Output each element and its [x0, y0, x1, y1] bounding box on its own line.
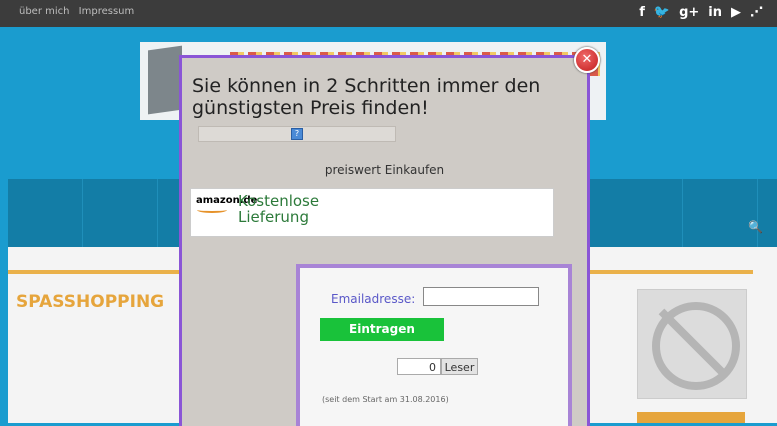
youtube-icon[interactable]: ▶ [731, 5, 741, 21]
help-icon[interactable]: ? [291, 128, 303, 140]
section-title: SPASSHOPPING [16, 292, 165, 312]
social-links: f 🐦 g+ in ▶ ⋰ [639, 5, 763, 21]
since-text: (seit dem Start am 31.08.2016) [322, 395, 449, 404]
top-nav: über mich Impressum [19, 6, 140, 17]
facebook-icon[interactable]: f [639, 5, 645, 21]
subscribe-button[interactable]: Eintragen [320, 318, 444, 341]
popup-modal: Sie können in 2 Schritten immer den güns… [179, 55, 590, 426]
subscribe-form-inner: Emailadresse: Eintragen 0 Leser (seit de… [300, 268, 568, 426]
rss-icon[interactable]: ⋰ [750, 5, 763, 21]
subscribe-form: Emailadresse: Eintragen 0 Leser (seit de… [296, 264, 572, 426]
twitter-icon[interactable]: 🐦 [654, 5, 670, 21]
nav-link-impressum[interactable]: Impressum [79, 6, 135, 17]
nav-tab[interactable] [83, 179, 158, 247]
top-bar: über mich Impressum f 🐦 g+ in ▶ ⋰ [0, 0, 777, 27]
amazon-smile-icon [197, 207, 227, 213]
modal-subtitle: preiswert Einkaufen [324, 163, 445, 177]
nav-tab[interactable] [608, 179, 683, 247]
modal-title: Sie können in 2 Schritten immer den güns… [192, 75, 541, 119]
reader-count: 0 [397, 358, 441, 375]
reader-label: Leser [441, 358, 478, 375]
nav-link-ueber-mich[interactable]: über mich [19, 6, 69, 17]
amazon-ad[interactable]: amazon.de Kostenlose Lieferung [190, 188, 554, 237]
nav-tab[interactable] [8, 179, 83, 247]
linkedin-icon[interactable]: in [708, 5, 722, 21]
sidebar-button[interactable] [637, 412, 745, 423]
close-icon[interactable]: ✕ [574, 47, 600, 73]
search-icon[interactable]: 🔍 [748, 220, 763, 234]
modal-info-bar: ? [198, 126, 396, 142]
banner-image [148, 45, 182, 115]
email-field[interactable] [423, 287, 539, 306]
amazon-ad-text: Kostenlose Lieferung [238, 192, 320, 226]
email-label: Emailadresse: [331, 292, 416, 306]
nav-tab[interactable] [683, 179, 758, 247]
google-plus-icon[interactable]: g+ [679, 5, 699, 21]
no-image-placeholder [637, 289, 747, 399]
